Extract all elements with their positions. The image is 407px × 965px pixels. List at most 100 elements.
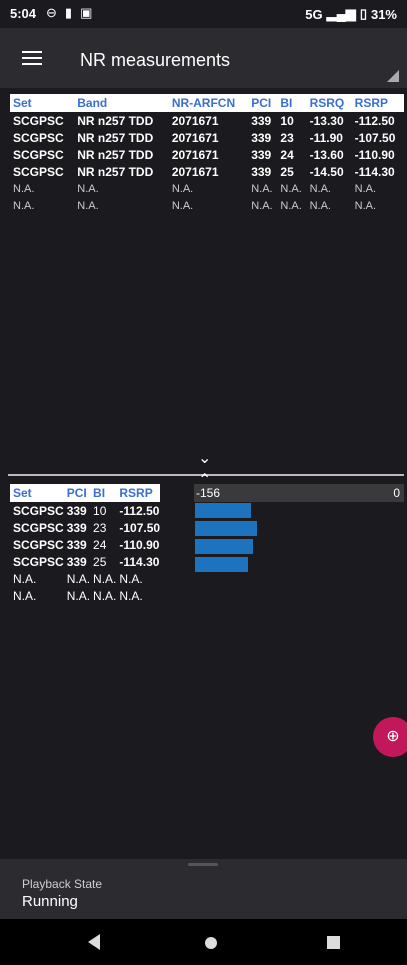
cell-set: SCGPSC: [13, 554, 64, 569]
bar-row: [194, 521, 404, 538]
cell-set: SCGPSC: [13, 164, 64, 179]
col-bi: BI: [277, 94, 307, 112]
cell-bi: 24: [93, 537, 107, 552]
playback-state-label: Playback State: [22, 877, 103, 891]
rsrp-bar: [195, 521, 258, 536]
cell-rsrq: -14.50: [309, 164, 344, 179]
playback-state-value: Running: [22, 893, 78, 910]
cell-set: SCGPSC: [13, 503, 64, 518]
cell-rsrq: -11.90: [309, 130, 343, 145]
cell-pci: N.A.: [251, 199, 273, 212]
bar-scale-header: -156 0: [194, 484, 404, 502]
cell-pci: 339: [66, 503, 87, 518]
cell-set: N.A.: [13, 182, 35, 195]
recent-apps-icon[interactable]: [327, 936, 340, 949]
cell-rsrp: N.A.: [119, 571, 143, 586]
cell-rsrq: N.A.: [309, 199, 331, 212]
zoom-in-button[interactable]: ⊕: [373, 717, 407, 757]
col-bi: BI: [90, 484, 117, 502]
cell-set: SCGPSC: [13, 130, 64, 145]
cell-pci: N.A.: [66, 571, 91, 586]
system-nav-bar: [0, 919, 407, 965]
battery-icon: ▯: [359, 6, 367, 21]
cell-nr-arfcn: 2071671: [171, 113, 219, 128]
rsrp-bar: [195, 539, 253, 554]
cell-bi: 10: [93, 503, 107, 518]
cell-pci: 339: [66, 554, 87, 569]
table-row: N.A. N.A. N.A. N.A. N.A. N.A. N.A.: [10, 197, 404, 214]
cell-rsrp: -114.30: [119, 554, 160, 569]
table-row: SCGPSC 339 10 -112.50: [10, 502, 160, 519]
cell-set: SCGPSC: [13, 537, 64, 552]
scale-min-label: -156: [196, 486, 221, 500]
rsrp-bar: [195, 557, 249, 572]
cell-rsrp: -107.50: [354, 130, 396, 145]
table-row: SCGPSC NR n257 TDD 2071671 339 10 -13.30…: [10, 112, 404, 129]
bar-row: [194, 557, 404, 574]
cell-rsrq: -13.60: [309, 147, 344, 162]
cell-bi: N.A.: [93, 588, 117, 603]
cell-rsrp: N.A.: [119, 588, 143, 603]
rsrp-bars: [194, 503, 404, 574]
col-rsrp: RSRP: [116, 484, 161, 502]
drag-handle[interactable]: [188, 863, 218, 866]
network-label: 5G: [305, 6, 323, 22]
cell-rsrp: N.A.: [354, 199, 377, 212]
battery-level: 31%: [370, 6, 397, 22]
table-header-row: Set Band NR-ARFCN PCI BI RSRQ RSRP: [10, 94, 404, 112]
status-bar: 5:04 ⊖ ▮ ▣ 5G ▂▄▆ ▯ 31%: [0, 0, 407, 28]
cell-band: N.A.: [77, 199, 99, 212]
cell-pci: 339: [251, 113, 272, 128]
cell-set: SCGPSC: [13, 147, 64, 162]
cell-rsrp: -112.50: [354, 113, 395, 128]
cell-rsrp: -110.90: [354, 147, 395, 162]
cell-band: N.A.: [77, 182, 99, 195]
cell-rsrq: N.A.: [309, 182, 331, 195]
col-nr-arfcn: NR-ARFCN: [168, 94, 249, 112]
table-row: N.A. N.A. N.A. N.A. N.A. N.A. N.A.: [10, 180, 404, 197]
cell-pci: N.A.: [66, 588, 91, 603]
cell-bi: 25: [280, 164, 294, 179]
cell-nr-arfcn: 2071671: [171, 130, 219, 145]
cell-rsrp: N.A.: [354, 182, 377, 195]
chevron-down-icon[interactable]: ⌄: [198, 448, 211, 468]
cell-nr-arfcn: N.A.: [171, 199, 194, 212]
cell-set: N.A.: [13, 571, 37, 586]
cell-nr-arfcn: N.A.: [171, 182, 194, 195]
bar-row: [194, 503, 404, 520]
back-icon[interactable]: [88, 934, 100, 950]
cell-bi: 25: [93, 554, 107, 569]
cell-band: NR n257 TDD: [77, 113, 154, 128]
cell-bi: 23: [93, 520, 107, 535]
rsrp-bar-panel: -156 0: [194, 484, 404, 574]
bar-row: [194, 539, 404, 556]
cell-nr-arfcn: 2071671: [171, 147, 219, 162]
cell-band: NR n257 TDD: [77, 164, 154, 179]
table-row: SCGPSC NR n257 TDD 2071671 339 23 -11.90…: [10, 129, 404, 146]
scale-max-label: 0: [393, 486, 400, 500]
playback-panel: Playback State Running: [0, 859, 407, 919]
notification-icon: ▮: [64, 5, 73, 20]
menu-icon[interactable]: [22, 51, 42, 65]
sim-icon: ⊖: [46, 5, 57, 20]
status-time: 5:04: [10, 6, 37, 21]
dropdown-corner-icon[interactable]: [387, 70, 399, 82]
cell-set: N.A.: [13, 199, 35, 212]
nr-measurements-table: Set Band NR-ARFCN PCI BI RSRQ RSRP SCGPS…: [10, 94, 404, 214]
cell-bi: N.A.: [93, 571, 117, 586]
col-pci: PCI: [248, 94, 278, 112]
table-row: SCGPSC 339 25 -114.30: [10, 553, 160, 570]
cell-bi: N.A.: [280, 199, 302, 212]
table-row: N.A. N.A. N.A. N.A.: [10, 570, 160, 587]
cell-pci: 339: [251, 130, 272, 145]
table-row: N.A. N.A. N.A. N.A.: [10, 587, 160, 604]
home-icon[interactable]: [205, 937, 217, 949]
table-header-row: Set PCI BI RSRP: [10, 484, 161, 502]
cell-bi: 23: [280, 130, 294, 145]
app-bar: NR measurements: [0, 28, 407, 88]
table-row: SCGPSC 339 23 -107.50: [10, 519, 160, 536]
col-pci: PCI: [63, 484, 91, 502]
cell-set: SCGPSC: [13, 113, 64, 128]
col-set: Set: [10, 484, 64, 502]
cell-bi: 24: [280, 147, 294, 162]
